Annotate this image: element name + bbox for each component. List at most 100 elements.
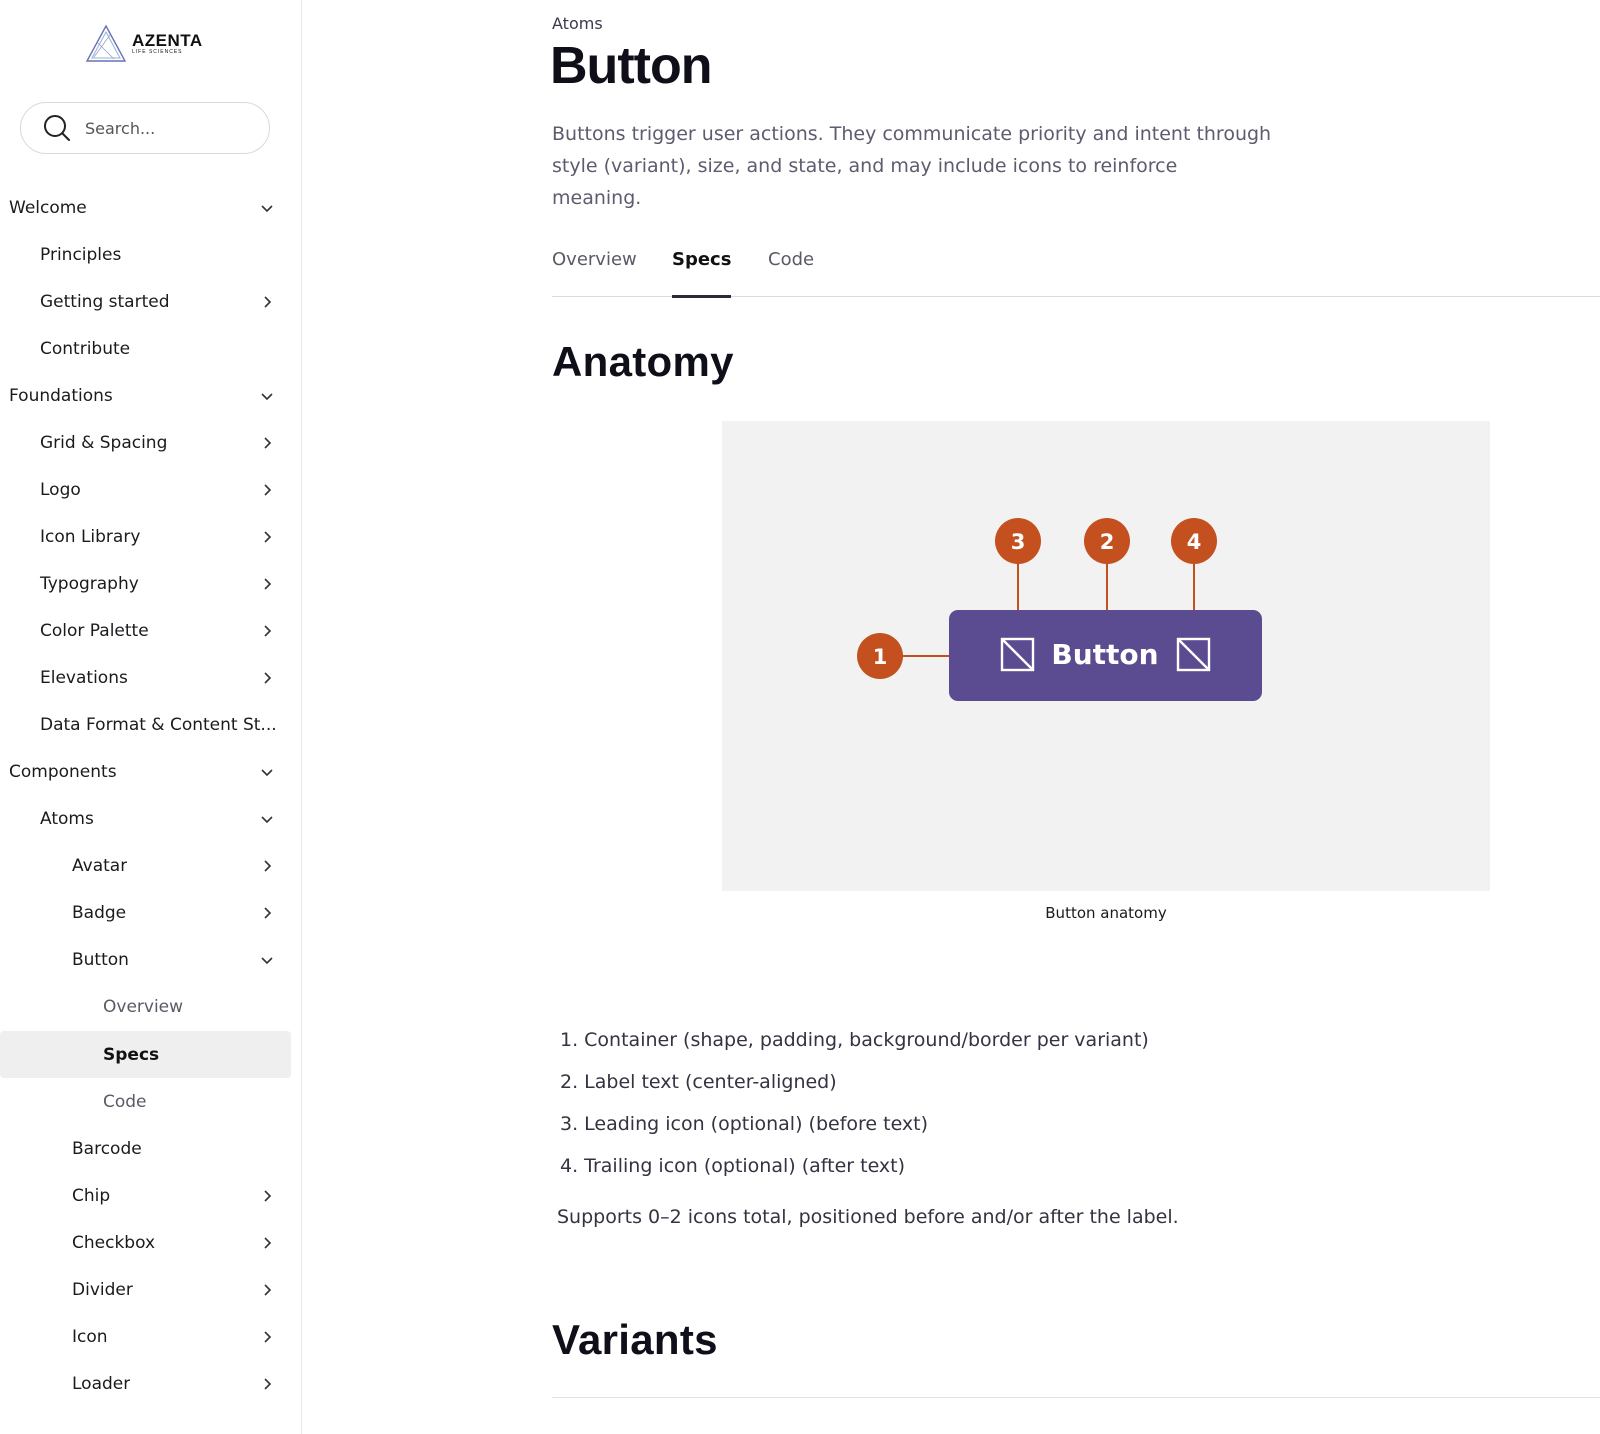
azenta-logo[interactable]: AZENTA LIFE SCIENCES: [84, 22, 203, 66]
chevron-right-icon: [264, 1190, 272, 1202]
sidebar-item-button-overview[interactable]: Overview: [0, 983, 291, 1030]
sidebar-item-label: Barcode: [72, 1138, 142, 1159]
sidebar-item-icon-library[interactable]: Icon Library: [0, 513, 291, 560]
sidebar-item-color-palette[interactable]: Color Palette: [0, 607, 291, 654]
sidebar-item-typography[interactable]: Typography: [0, 560, 291, 607]
sidebar-item-divider[interactable]: Divider: [0, 1266, 291, 1313]
anatomy-note: Supports 0–2 icons total, positioned bef…: [557, 1206, 1179, 1228]
sidebar-item-icon[interactable]: Icon: [0, 1313, 291, 1360]
chevron-right-icon: [264, 672, 272, 684]
sidebar-item-label: Foundations: [9, 385, 113, 406]
sidebar-item-label: Grid & Spacing: [40, 432, 168, 453]
marker-1: 1: [857, 633, 903, 679]
marker-3-label: 3: [1011, 530, 1026, 554]
sidebar-item-label: Badge: [72, 902, 127, 923]
chevron-right-icon: [264, 531, 272, 543]
chevron-down-icon: [261, 769, 273, 777]
breadcrumb[interactable]: Atoms: [552, 14, 603, 33]
chevron-right-icon: [264, 1237, 272, 1249]
chevron-right-icon: [264, 1331, 272, 1343]
marker-4-label: 4: [1187, 530, 1202, 554]
sidebar-item-grid-spacing[interactable]: Grid & Spacing: [0, 419, 291, 466]
tab-specs[interactable]: Specs: [672, 240, 732, 298]
sidebar-item-logo[interactable]: Logo: [0, 466, 291, 513]
sidebar-item-badge[interactable]: Badge: [0, 889, 291, 936]
logo-subtitle: LIFE SCIENCES: [132, 49, 183, 55]
sidebar-item-label: Logo: [40, 479, 81, 500]
sidebar-item-button-code[interactable]: Code: [0, 1078, 291, 1125]
list-item: 1. Container (shape, padding, background…: [560, 1029, 1149, 1051]
sidebar-item-foundations[interactable]: Foundations: [0, 372, 291, 419]
sidebar-item-label: Chip: [72, 1185, 111, 1206]
chevron-right-icon: [264, 484, 272, 496]
logo-mark-icon: [85, 24, 127, 62]
sidebar-item-label: Code: [103, 1091, 147, 1112]
list-item: 3. Leading icon (optional) (before text): [560, 1113, 929, 1135]
sidebar-item-button-specs[interactable]: Specs: [0, 1031, 291, 1078]
sidebar-item-contribute[interactable]: Contribute: [0, 325, 291, 372]
anatomy-button-label: Button: [1051, 638, 1158, 671]
sidebar-item-principles[interactable]: Principles: [0, 231, 291, 278]
sidebar-item-label: Loader: [72, 1373, 131, 1394]
sidebar-item-button[interactable]: Button: [0, 936, 291, 983]
sidebar-item-elevations[interactable]: Elevations: [0, 654, 291, 701]
sidebar-item-label: Color Palette: [40, 620, 149, 641]
anatomy-list: 1. Container (shape, padding, background…: [560, 1024, 1149, 1192]
sidebar-item-label: Elevations: [40, 667, 128, 688]
sidebar-item-label: Avatar: [72, 855, 128, 876]
chevron-right-icon: [264, 296, 272, 308]
sidebar-item-label: Divider: [72, 1279, 133, 1300]
search-input[interactable]: [85, 118, 255, 138]
tab-code[interactable]: Code: [768, 240, 814, 297]
chevron-right-icon: [264, 860, 272, 872]
list-item: 2. Label text (center-aligned): [560, 1071, 837, 1093]
marker-4: 4: [1171, 518, 1217, 564]
list-item: 4. Trailing icon (optional) (after text): [560, 1155, 906, 1177]
chevron-down-icon: [261, 816, 273, 824]
sidebar-item-data-format[interactable]: Data Format & Content St...: [0, 701, 291, 748]
marker-2: 2: [1084, 518, 1130, 564]
divider: [552, 1397, 1600, 1398]
sidebar-item-checkbox[interactable]: Checkbox: [0, 1219, 291, 1266]
sidebar-item-getting-started[interactable]: Getting started: [0, 278, 291, 325]
chevron-right-icon: [264, 1378, 272, 1390]
sidebar: AZENTA LIFE SCIENCES Welcome Principles …: [0, 0, 302, 1434]
sidebar-item-label: Button: [72, 949, 129, 970]
sidebar-item-label: Checkbox: [72, 1232, 156, 1253]
sidebar-item-label: Components: [9, 761, 117, 782]
anatomy-diagram: Button 1 3 2 4: [857, 518, 1262, 701]
sidebar-item-atoms[interactable]: Atoms: [0, 795, 291, 842]
sidebar-item-barcode[interactable]: Barcode: [0, 1125, 291, 1172]
sidebar-item-label: Contribute: [40, 338, 131, 359]
sidebar-item-label: Data Format & Content St...: [40, 714, 277, 735]
sidebar-item-label: Typography: [40, 573, 139, 594]
sidebar-item-label: Icon Library: [40, 526, 141, 547]
chevron-right-icon: [264, 437, 272, 449]
variants-heading: Variants: [552, 1316, 718, 1363]
chevron-right-icon: [264, 1284, 272, 1296]
tab-overview[interactable]: Overview: [552, 240, 637, 297]
sidebar-item-avatar[interactable]: Avatar: [0, 842, 291, 889]
chevron-right-icon: [264, 625, 272, 637]
figure-caption: Button anatomy: [1045, 904, 1167, 922]
sidebar-item-label: Atoms: [40, 808, 94, 829]
chevron-down-icon: [261, 205, 273, 213]
sidebar-item-loader[interactable]: Loader: [0, 1360, 291, 1407]
search-icon: [44, 115, 70, 141]
chevron-right-icon: [264, 578, 272, 590]
sidebar-item-label: Overview: [103, 996, 184, 1017]
chevron-down-icon: [261, 393, 273, 401]
page-description: Buttons trigger user actions. They commu…: [552, 123, 1272, 209]
page-title: Button: [550, 37, 712, 95]
marker-2-label: 2: [1100, 530, 1115, 554]
sidebar-item-components[interactable]: Components: [0, 748, 291, 795]
sidebar-item-welcome[interactable]: Welcome: [0, 184, 291, 231]
chevron-down-icon: [261, 957, 273, 965]
marker-3: 3: [995, 518, 1041, 564]
sidebar-item-label: Welcome: [9, 197, 87, 218]
chevron-right-icon: [264, 907, 272, 919]
search-box[interactable]: [20, 102, 270, 154]
sidebar-item-chip[interactable]: Chip: [0, 1172, 291, 1219]
sidebar-item-label: Principles: [40, 244, 122, 265]
sidebar-item-label: Getting started: [40, 291, 170, 312]
